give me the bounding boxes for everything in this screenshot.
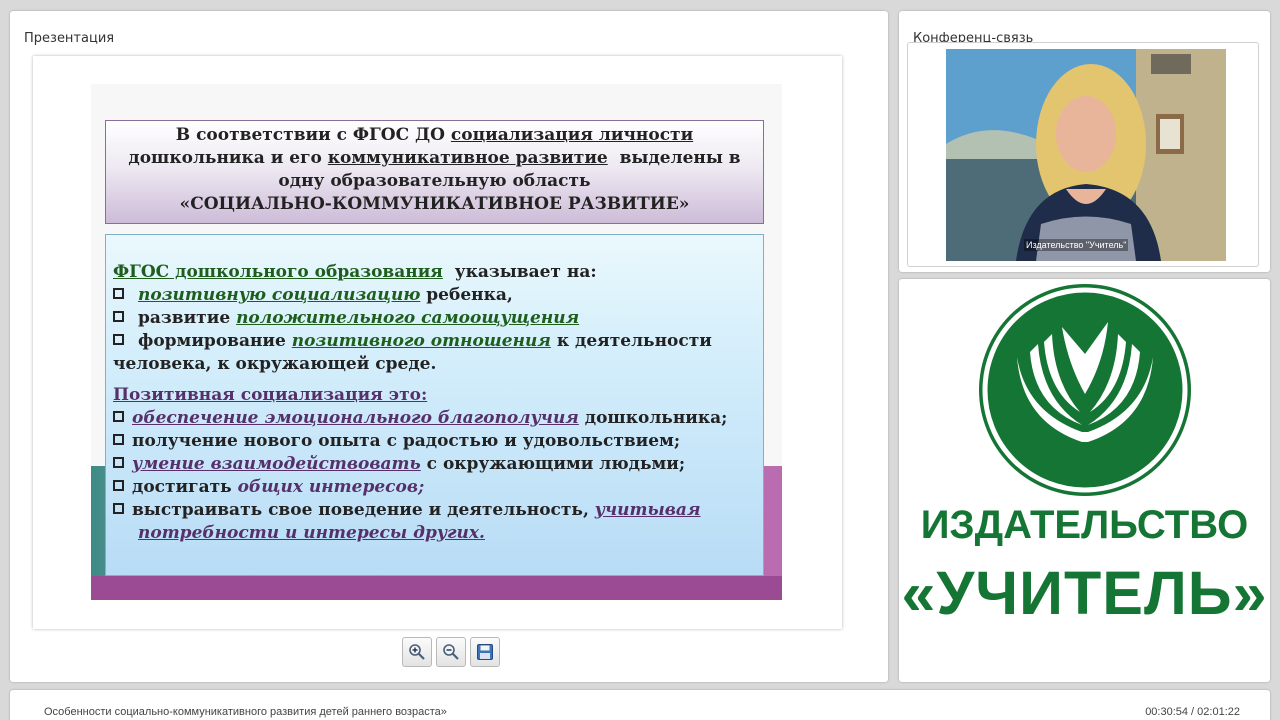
checkbox-bullet-icon — [113, 311, 124, 322]
publisher-logo-panel: ИЗДАТЕЛЬСТВО «УЧИТЕЛЬ» — [899, 279, 1270, 682]
list-item-continuation: человека, к окружающей среде. — [113, 354, 437, 374]
list-item-text: с окружающими людьми; — [420, 454, 686, 474]
heading-text: дошкольника и его — [128, 148, 328, 168]
list-item: достигать общих интересов; — [113, 476, 763, 499]
floppy-disk-icon — [477, 644, 493, 660]
playback-time: 00:30:54 / 02:01:22 — [1145, 706, 1240, 718]
list-item-text: выстраивать свое поведение и деятельност… — [132, 500, 595, 520]
list-item: формирование позитивного отношения к дея… — [113, 330, 763, 353]
list-item-emphasis: умение взаимодействовать — [132, 454, 421, 474]
list-item: получение нового опыта с радостью и удов… — [113, 430, 763, 453]
checkbox-bullet-icon — [113, 334, 124, 345]
publisher-logo-icon — [979, 284, 1191, 496]
footer-bar: Особенности социально-коммуникативного р… — [10, 690, 1270, 720]
checkbox-bullet-icon — [113, 457, 124, 468]
content-heading-emphasis: ФГОС дошкольного образования — [113, 262, 443, 282]
slide-heading-box: В соответствии с ФГОС ДО социализация ли… — [105, 120, 764, 224]
slide-heading-line: В соответствии с ФГОС ДО социализация ли… — [106, 124, 763, 147]
list-item-emphasis: обеспечение эмоционального благополучия — [132, 408, 579, 428]
content-heading: ФГОС дошкольного образования указывает н… — [113, 261, 763, 284]
zoom-out-button[interactable] — [436, 637, 466, 667]
heading-text: В соответствии с ФГОС ДО — [175, 125, 451, 145]
list-item: обеспечение эмоционального благополучия … — [113, 407, 763, 430]
conference-panel: Конференц-связь Издательство "Учитель" — [899, 11, 1270, 272]
slide: В соответствии с ФГОС ДО социализация ли… — [33, 56, 842, 629]
heading-text: выделены в — [607, 148, 741, 168]
publisher-name-line1: ИЗДАТЕЛЬСТВО — [920, 503, 1249, 547]
presentation-panel-title: Презентация — [24, 31, 115, 46]
zoom-in-icon — [409, 644, 425, 660]
list-item: умение взаимодействовать с окружающими л… — [113, 453, 763, 476]
zoom-out-icon — [443, 644, 459, 660]
heading-emphasis: коммуникативное развитие — [327, 148, 608, 168]
slide-heading-line: «СОЦИАЛЬНО-КОММУНИКАТИВНОЕ РАЗВИТИЕ» — [179, 194, 690, 214]
list-item-text: формирование — [138, 331, 292, 351]
checkbox-bullet-icon — [113, 480, 124, 491]
list-item-emphasis: положительного самоощущения — [236, 308, 580, 328]
list-item-emphasis: позитивного отношения — [291, 331, 551, 351]
slide-heading-line: дошкольника и его коммуникативное развит… — [106, 147, 763, 170]
video-frame: Издательство "Учитель" — [907, 42, 1259, 267]
webinar-title: Особенности социально-коммуникативного р… — [44, 706, 447, 718]
list-item-text: ребенка, — [420, 285, 513, 305]
list-item-emphasis: потребности и интересы других. — [138, 523, 485, 543]
content-subheading: Позитивная социализация это: — [113, 385, 428, 405]
video-caption: Издательство "Учитель" — [1024, 239, 1129, 251]
zoom-in-button[interactable] — [402, 637, 432, 667]
list-item: развитие положительного самоощущения — [113, 307, 763, 330]
save-button[interactable] — [470, 637, 500, 667]
heading-emphasis: социализация личности — [450, 125, 694, 145]
list-item-continuation: потребности и интересы других. — [113, 522, 763, 545]
slide-decor-stripe-dark — [91, 576, 782, 600]
list-item-text: получение нового опыта с радостью и удов… — [132, 431, 681, 451]
list-item-emphasis: позитивную социализацию — [138, 285, 421, 305]
webcam-video[interactable]: Издательство "Учитель" — [946, 49, 1226, 261]
list-item-emphasis: общих интересов; — [237, 477, 425, 497]
presentation-panel: Презентация В соответствии с ФГОС ДО соц… — [10, 11, 888, 682]
checkbox-bullet-icon — [113, 411, 124, 422]
checkbox-bullet-icon — [113, 288, 124, 299]
webcam-image — [946, 49, 1226, 261]
list-item-text: дошкольника; — [578, 408, 728, 428]
list-item-text: достигать — [132, 477, 238, 497]
slide-toolbar — [402, 637, 500, 667]
list-item-text: развитие — [138, 308, 237, 328]
checkbox-bullet-icon — [113, 503, 124, 514]
slide-heading-line: одну образовательную область — [278, 171, 591, 191]
list-item: позитивную социализацию ребенка, — [113, 284, 763, 307]
list-item-emphasis: учитывая — [594, 500, 701, 520]
list-item: выстраивать свое поведение и деятельност… — [113, 499, 763, 522]
checkbox-bullet-icon — [113, 434, 124, 445]
list-item-text: к деятельности — [550, 331, 712, 351]
publisher-name-line2: «УЧИТЕЛЬ» — [901, 559, 1268, 627]
content-heading-text: указывает на: — [442, 262, 597, 282]
slide-content-box: ФГОС дошкольного образования указывает н… — [105, 234, 764, 576]
